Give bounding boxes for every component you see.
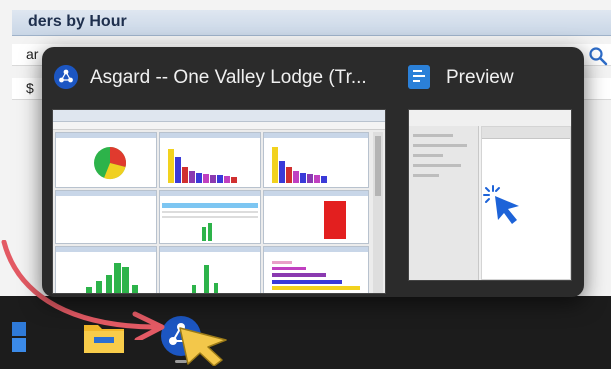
mini-row [162, 211, 258, 213]
mini-panel-head [264, 247, 368, 252]
report-row-text: ar [26, 46, 39, 62]
mini-scrollbar-thumb [375, 136, 381, 196]
report-header: ders by Hour [12, 10, 611, 36]
mini-panel-head [160, 133, 260, 138]
mini-text-line [413, 144, 467, 147]
mini-bar [324, 201, 346, 239]
mini-sidebar [409, 126, 479, 280]
mini-text-line [413, 164, 461, 167]
mini-pie-chart [94, 147, 127, 180]
report-row-text: $ [26, 80, 34, 96]
mini-toolbar [53, 110, 385, 122]
window-title: Asgard -- One Valley Lodge (Tr... [90, 67, 367, 88]
mini-bar-chart [168, 149, 237, 183]
mini-panel [263, 190, 369, 244]
mini-bar-chart [272, 147, 327, 183]
mini-bar-chart [86, 263, 138, 293]
preview-app-icon [408, 65, 430, 89]
mini-panel-head [264, 133, 368, 138]
mini-panel-head [56, 191, 156, 196]
mini-panel [159, 190, 261, 244]
mini-panel [55, 190, 157, 244]
mini-hbar-chart [272, 261, 360, 290]
mini-scrollbar [373, 132, 383, 293]
window-thumbnail-asgard[interactable]: Asgard -- One Valley Lodge (Tr... [42, 47, 392, 297]
mini-panel [55, 132, 157, 188]
taskbar-thumbnail-flyout: Asgard -- One Valley Lodge (Tr... Previe… [42, 47, 584, 297]
mini-toolbar [482, 127, 570, 139]
mini-text-line [413, 174, 439, 177]
mini-panel-head [160, 247, 260, 252]
mini-panel-head [160, 191, 260, 196]
mini-text-line [413, 134, 453, 137]
window-thumbnail-preview[interactable]: Preview [398, 47, 584, 297]
mini-row [162, 216, 258, 218]
mouse-pointer-icon [179, 327, 227, 366]
mini-bar-chart [202, 223, 212, 241]
asgard-app-icon [54, 65, 78, 89]
mini-toolbar-secondary [53, 122, 385, 130]
report-title: ders by Hour [28, 13, 127, 30]
window-title: Preview [446, 67, 514, 88]
mini-panel [159, 132, 261, 188]
window-preview-image [52, 109, 386, 294]
mini-panel-head [264, 191, 368, 196]
mini-panel [159, 246, 261, 293]
mini-panel [263, 246, 369, 293]
mini-text-line [413, 154, 443, 157]
search-icon[interactable] [588, 46, 608, 66]
mini-panel-head [56, 247, 156, 252]
mini-bar-chart [192, 265, 218, 293]
mini-panel-head [56, 133, 156, 138]
mini-panel [263, 132, 369, 188]
mini-panel [55, 246, 157, 293]
window-preview-image [408, 109, 572, 281]
windows-logo-icon-lower [12, 338, 26, 352]
click-cursor-icon [483, 185, 519, 224]
mini-selected-row [162, 203, 258, 208]
